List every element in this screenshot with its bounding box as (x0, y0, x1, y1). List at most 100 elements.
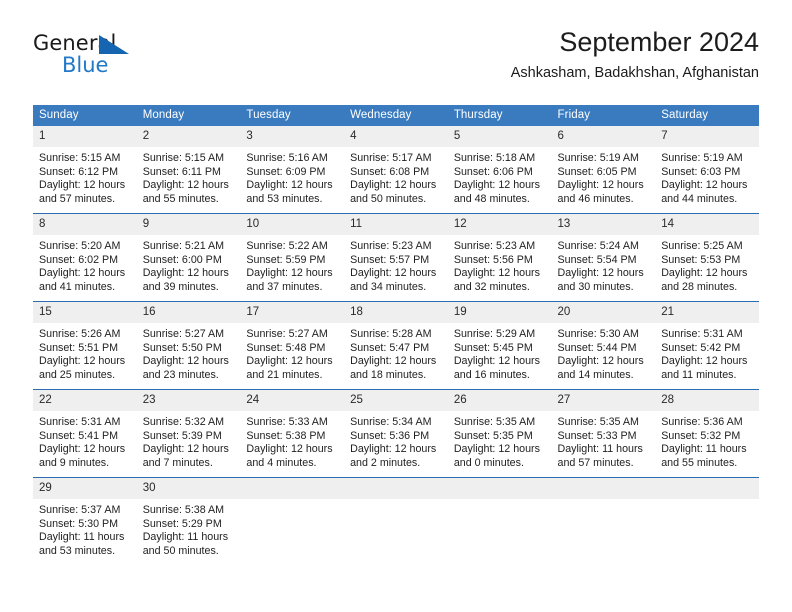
calendar-day-cell[interactable]: 23 Sunrise: 5:32 AM Sunset: 5:39 PM Dayligh… (136, 389, 241, 478)
sunset-text: Sunset: 5:38 PM (246, 429, 326, 442)
calendar-day-cell[interactable]: 22 Sunrise: 5:31 AM Sunset: 5:41 PM Dayligh… (33, 389, 137, 478)
sunrise-text: Sunrise: 5:16 AM (246, 152, 328, 164)
calendar-day-cell[interactable]: 30 Sunrise: 5:38 AM Sunset: 5:29 PM Dayligh… (136, 477, 241, 565)
daylight-text: Daylight: 11 hours and 55 minutes. (661, 443, 747, 469)
calendar-day-cell[interactable]: 20 Sunrise: 5:30 AM Sunset: 5:44 PM Dayligh… (551, 301, 656, 390)
day-sun-info: Sunrise: 5:26 AM Sunset: 5:51 PM Daylight:… (33, 323, 137, 382)
day-cell-inner: 30 Sunrise: 5:38 AM Sunset: 5:29 PM Dayligh… (136, 478, 241, 565)
day-cell-inner: 14 Sunrise: 5:25 AM Sunset: 5:53 PM Dayligh… (655, 214, 759, 301)
page-header: General Blue September 2024 Ashkasham, B… (33, 26, 759, 94)
sunrise-text: Sunrise: 5:27 AM (142, 328, 225, 340)
day-number (655, 478, 759, 499)
day-sun-info: Sunrise: 5:27 AM Sunset: 5:50 PM Daylight:… (137, 323, 241, 382)
weekday-header-tuesday: Tuesday (240, 105, 345, 126)
day-sun-info: Sunrise: 5:38 AM Sunset: 5:29 PM Daylight:… (137, 499, 241, 558)
daylight-text: Daylight: 12 hours and 16 minutes. (453, 355, 540, 381)
calendar-day-cell[interactable]: 11 Sunrise: 5:23 AM Sunset: 5:57 PM Dayligh… (344, 213, 448, 302)
day-cell-inner: 10 Sunrise: 5:22 AM Sunset: 5:59 PM Dayligh… (240, 214, 345, 301)
sunset-text: Sunset: 5:57 PM (350, 253, 430, 266)
day-number: 30 (136, 478, 241, 499)
calendar-day-cell[interactable]: 26 Sunrise: 5:35 AM Sunset: 5:35 PM Dayligh… (447, 389, 552, 478)
calendar-day-cell[interactable]: 28 Sunrise: 5:36 AM Sunset: 5:32 PM Dayligh… (655, 389, 759, 478)
daylight-text: Daylight: 12 hours and 11 minutes. (661, 355, 748, 381)
daylight-text: Daylight: 12 hours and 32 minutes. (453, 267, 540, 293)
calendar-day-cell[interactable]: 24 Sunrise: 5:33 AM Sunset: 5:38 PM Dayligh… (240, 389, 345, 478)
calendar-day-cell[interactable]: 27 Sunrise: 5:35 AM Sunset: 5:33 PM Dayligh… (551, 389, 656, 478)
calendar-day-cell[interactable]: 2 Sunrise: 5:15 AM Sunset: 6:11 PM Daylight… (136, 126, 241, 214)
day-sun-info: Sunrise: 5:36 AM Sunset: 5:32 PM Daylight:… (655, 411, 759, 470)
calendar-day-cell[interactable]: 13 Sunrise: 5:24 AM Sunset: 5:54 PM Dayligh… (551, 213, 656, 302)
calendar-day-cell[interactable]: 8 Sunrise: 5:20 AM Sunset: 6:02 PM Daylight… (33, 213, 137, 302)
sunset-text: Sunset: 6:02 PM (39, 253, 119, 266)
weekday-header-sunday: Sunday (33, 105, 137, 126)
calendar-day-cell[interactable]: 14 Sunrise: 5:25 AM Sunset: 5:53 PM Dayligh… (655, 213, 759, 302)
daylight-text: Daylight: 12 hours and 30 minutes. (557, 267, 644, 293)
calendar-week-row: 1 Sunrise: 5:15 AM Sunset: 6:12 PM Daylight… (33, 126, 759, 214)
sunrise-text: Sunrise: 5:36 AM (661, 416, 743, 428)
calendar-day-cell[interactable]: 6 Sunrise: 5:19 AM Sunset: 6:05 PM Daylight… (551, 126, 656, 214)
sunrise-text: Sunrise: 5:24 AM (557, 240, 639, 252)
sunrise-text: Sunrise: 5:37 AM (39, 504, 121, 516)
day-sun-info: Sunrise: 5:15 AM Sunset: 6:11 PM Daylight:… (137, 147, 241, 206)
day-cell-inner: 20 Sunrise: 5:30 AM Sunset: 5:44 PM Dayligh… (551, 302, 656, 389)
calendar-day-cell[interactable]: 29 Sunrise: 5:37 AM Sunset: 5:30 PM Dayligh… (33, 477, 137, 565)
sunset-text: Sunset: 5:51 PM (39, 341, 119, 354)
sunrise-text: Sunrise: 5:15 AM (39, 152, 121, 164)
calendar-day-cell[interactable]: 21 Sunrise: 5:31 AM Sunset: 5:42 PM Dayligh… (655, 301, 759, 390)
sunset-text: Sunset: 5:59 PM (246, 253, 326, 266)
calendar-day-cell[interactable]: 9 Sunrise: 5:21 AM Sunset: 6:00 PM Daylight… (136, 213, 241, 302)
calendar-day-cell[interactable]: 7 Sunrise: 5:19 AM Sunset: 6:03 PM Daylight… (655, 126, 759, 214)
calendar-day-cell[interactable]: 15 Sunrise: 5:26 AM Sunset: 5:51 PM Dayligh… (33, 301, 137, 390)
daylight-text: Daylight: 12 hours and 37 minutes. (246, 267, 333, 293)
sunset-text: Sunset: 5:53 PM (661, 253, 741, 266)
day-number: 26 (447, 390, 552, 411)
day-cell-inner: 16 Sunrise: 5:27 AM Sunset: 5:50 PM Dayligh… (136, 302, 241, 389)
sunset-text: Sunset: 6:08 PM (350, 165, 430, 178)
day-number: 7 (655, 126, 759, 147)
daylight-text: Daylight: 11 hours and 50 minutes. (142, 531, 229, 557)
sunrise-text: Sunrise: 5:35 AM (453, 416, 536, 428)
sunrise-text: Sunrise: 5:25 AM (661, 240, 743, 252)
brand-triangle-icon (99, 35, 129, 54)
calendar-day-cell[interactable]: 25 Sunrise: 5:34 AM Sunset: 5:36 PM Dayligh… (344, 389, 448, 478)
calendar-day-cell[interactable]: 16 Sunrise: 5:27 AM Sunset: 5:50 PM Dayligh… (136, 301, 241, 390)
day-number: 9 (136, 214, 241, 235)
sunset-text: Sunset: 5:36 PM (350, 429, 430, 442)
day-number: 18 (344, 302, 448, 323)
calendar-day-cell[interactable]: 3 Sunrise: 5:16 AM Sunset: 6:09 PM Daylight… (240, 126, 345, 214)
sunrise-text: Sunrise: 5:33 AM (246, 416, 328, 428)
day-number: 6 (551, 126, 656, 147)
daylight-text: Daylight: 11 hours and 53 minutes. (39, 531, 125, 557)
calendar-day-cell[interactable]: 18 Sunrise: 5:28 AM Sunset: 5:47 PM Dayligh… (344, 301, 448, 390)
day-sun-info: Sunrise: 5:19 AM Sunset: 6:05 PM Daylight:… (552, 147, 656, 206)
day-cell-inner: 4 Sunrise: 5:17 AM Sunset: 6:08 PM Daylight… (344, 126, 448, 213)
day-sun-info: Sunrise: 5:20 AM Sunset: 6:02 PM Daylight:… (33, 235, 137, 294)
sunset-text: Sunset: 5:45 PM (453, 341, 533, 354)
calendar-day-cell[interactable]: 4 Sunrise: 5:17 AM Sunset: 6:08 PM Daylight… (344, 126, 448, 214)
day-number: 1 (33, 126, 137, 147)
sunrise-text: Sunrise: 5:19 AM (661, 152, 743, 164)
sunset-text: Sunset: 6:03 PM (661, 165, 741, 178)
day-number (344, 478, 448, 499)
calendar-day-cell[interactable]: 17 Sunrise: 5:27 AM Sunset: 5:48 PM Dayligh… (240, 301, 345, 390)
calendar-week-row: 8 Sunrise: 5:20 AM Sunset: 6:02 PM Daylight… (33, 213, 759, 302)
calendar-day-cell[interactable]: 5 Sunrise: 5:18 AM Sunset: 6:06 PM Daylight… (447, 126, 552, 214)
day-cell-inner (655, 478, 759, 565)
day-sun-info: Sunrise: 5:35 AM Sunset: 5:35 PM Daylight:… (448, 411, 552, 470)
brand-logo[interactable]: General Blue (33, 32, 153, 82)
sunrise-text: Sunrise: 5:19 AM (557, 152, 639, 164)
day-cell-inner: 9 Sunrise: 5:21 AM Sunset: 6:00 PM Daylight… (136, 214, 241, 301)
calendar-day-cell[interactable]: 10 Sunrise: 5:22 AM Sunset: 5:59 PM Dayligh… (240, 213, 345, 302)
sunset-text: Sunset: 6:00 PM (142, 253, 222, 266)
sunrise-text: Sunrise: 5:34 AM (350, 416, 432, 428)
day-cell-inner: 15 Sunrise: 5:26 AM Sunset: 5:51 PM Dayligh… (33, 302, 137, 389)
sunrise-text: Sunrise: 5:35 AM (557, 416, 639, 428)
calendar-day-cell[interactable]: 19 Sunrise: 5:29 AM Sunset: 5:45 PM Dayligh… (447, 301, 552, 390)
sunset-text: Sunset: 6:05 PM (557, 165, 637, 178)
calendar-day-cell[interactable]: 12 Sunrise: 5:23 AM Sunset: 5:56 PM Dayligh… (447, 213, 552, 302)
daylight-text: Daylight: 12 hours and 41 minutes. (39, 267, 126, 293)
day-number: 17 (240, 302, 345, 323)
day-number (447, 478, 552, 499)
calendar-day-cell[interactable]: 1 Sunrise: 5:15 AM Sunset: 6:12 PM Daylight… (33, 126, 137, 214)
day-number: 21 (655, 302, 759, 323)
